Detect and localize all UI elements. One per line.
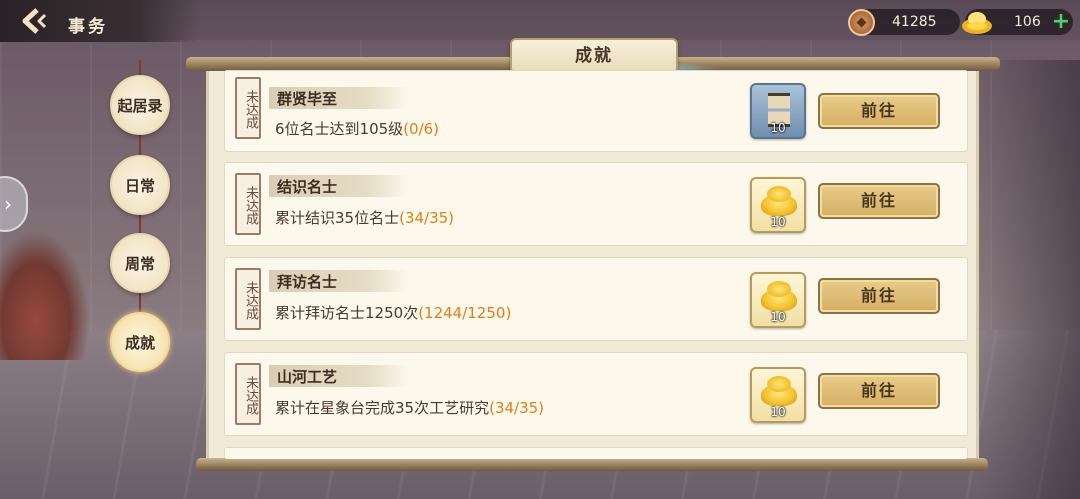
tab-weekly[interactable]: 周常 [110,233,170,293]
reward-count: 10 [770,121,786,135]
progress-text: (34/35) [399,209,455,227]
reward-item[interactable]: 10 [750,272,806,328]
achievement-row: 未达成 拜访名士 累计拜访名士1250次(1244/1250) 10 前往 [224,257,968,341]
tab-label: 成就 [124,333,155,352]
reward-count: 10 [770,405,786,419]
progress-text: (0/6) [403,120,440,138]
back-button[interactable] [10,4,54,38]
gold-ingot-icon [761,376,797,406]
go-button[interactable]: 前往 [818,93,940,129]
description-text: 累计在星象台完成35次工艺研究 [275,399,490,417]
description-text: 累计拜访名士1250次 [275,304,419,322]
achievement-name: 山河工艺 [277,368,338,386]
status-stamp: 未达成 [235,173,261,235]
go-button[interactable]: 前往 [818,373,940,409]
go-button[interactable]: 前往 [818,183,940,219]
tab-journal[interactable]: 起居录 [110,75,170,135]
achievement-row: 未达成 山河工艺 累计在星象台完成35次工艺研究(34/35) 10 前往 [224,352,968,436]
tab-achievements[interactable]: 成就 [110,312,170,372]
progress-text: (34/35) [489,399,545,417]
achievement-description: 累计结识35位名士(34/35) [275,207,454,228]
reward-item[interactable]: 10 [750,83,806,139]
tab-label: 起居录 [117,96,163,115]
chevron-right-icon: › [4,192,12,216]
coin-value: 41285 [892,14,937,30]
gold-ingot-icon [962,12,992,34]
achievement-row: 未达成 结识名士 累计结识35位名士(34/35) 10 前往 [224,162,968,246]
background-plant [0,230,90,360]
tab-label: 周常 [124,254,155,273]
description-text: 累计结识35位名士 [275,209,400,227]
background-shade [980,60,1080,499]
go-button[interactable]: 前往 [818,278,940,314]
page-title: 事务 [68,17,108,37]
scroll-bottom-rod [196,458,988,471]
add-gold-button[interactable]: + [1050,11,1072,33]
tab-daily[interactable]: 日常 [110,155,170,215]
panel-title: 成就 [510,38,678,74]
reward-item[interactable]: 10 [750,177,806,233]
status-stamp: 未达成 [235,363,261,425]
back-arrow-icon [22,8,47,34]
achievement-description: 累计在星象台完成35次工艺研究(34/35) [275,397,544,418]
progress-text: (1244/1250) [418,304,512,322]
achievement-name: 群贤毕至 [277,90,338,108]
reward-item[interactable]: 10 [750,367,806,423]
achievement-description: 累计拜访名士1250次(1244/1250) [275,302,511,323]
reward-count: 10 [770,215,786,229]
status-stamp: 未达成 [235,268,261,330]
achievement-row: 未达成 群贤毕至 6位名士达到105级(0/6) 10 前往 [224,70,968,152]
gold-ingot-icon [761,281,797,311]
gold-value: 106 [1014,14,1041,30]
status-stamp: 未达成 [235,77,261,139]
reward-count: 10 [770,310,786,324]
description-text: 6位名士达到105级 [275,120,404,138]
achievement-name: 拜访名士 [277,273,338,291]
achievement-description: 6位名士达到105级(0/6) [275,118,439,139]
gold-ingot-icon [761,186,797,216]
tab-label: 日常 [124,176,155,195]
achievement-row-partial [224,447,968,459]
copper-coin-icon [848,9,875,36]
achievement-name: 结识名士 [277,178,338,196]
